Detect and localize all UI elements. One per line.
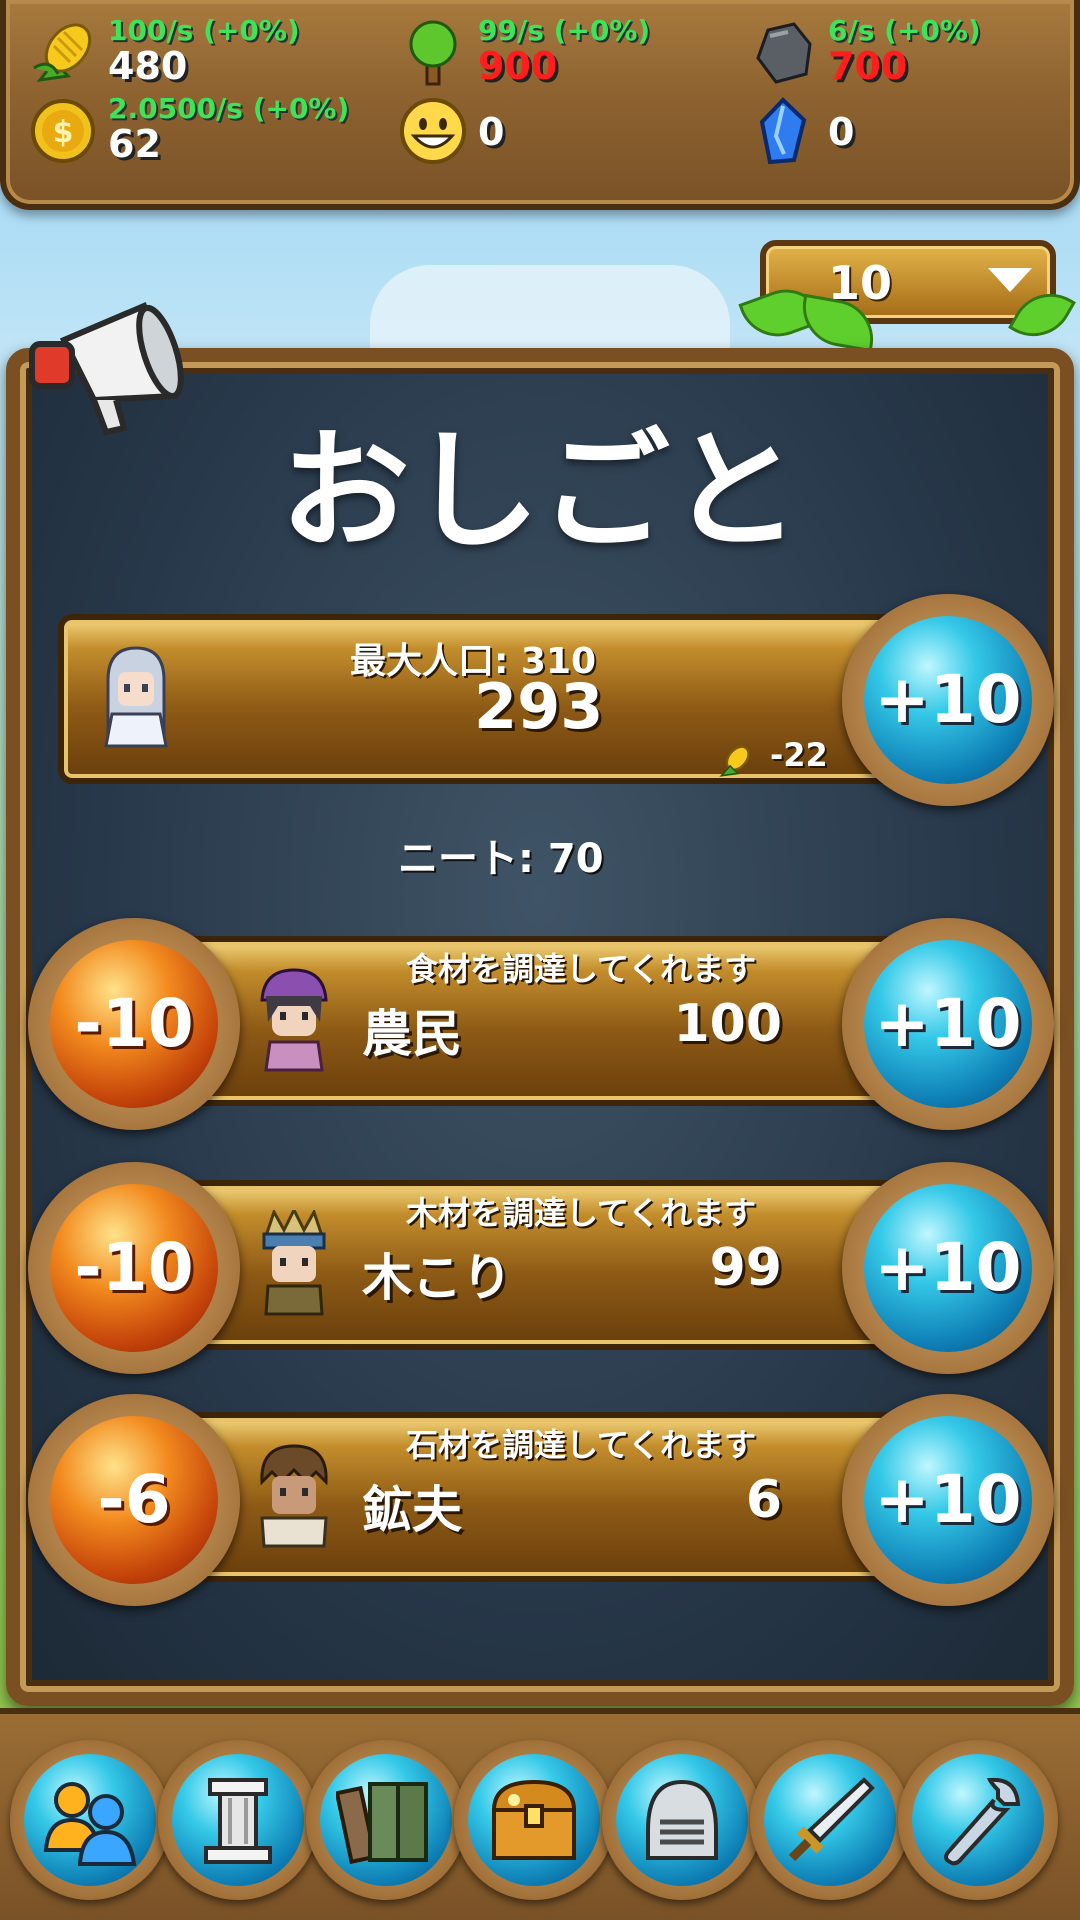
gold-amount: 62 [108, 122, 161, 166]
job-name: 農民 [362, 1005, 462, 1063]
happiness-amount: 0 [478, 110, 505, 154]
villager-avatar [104, 646, 168, 748]
wrench-icon [944, 1777, 1021, 1866]
helmet-icon [646, 1779, 718, 1860]
population-count: 293 [474, 670, 604, 743]
rock-icon [756, 22, 812, 84]
page-title: おしごと [279, 415, 800, 567]
people-icon [43, 1782, 137, 1866]
smiley-icon [400, 98, 466, 164]
corn-icon [719, 745, 750, 777]
nav-settings-button[interactable] [898, 1740, 1058, 1900]
nav-treasure-button[interactable] [454, 1740, 614, 1900]
nav-people-button[interactable] [10, 1740, 170, 1900]
job-name: 木こり [362, 1249, 512, 1307]
nav-battle-button[interactable] [750, 1740, 910, 1900]
lumberjack-remove-label: -10 [74, 1229, 194, 1306]
stone-amount: 700 [828, 44, 908, 88]
population-add-button[interactable]: +10 [842, 594, 1054, 806]
pillar-icon [204, 1778, 272, 1864]
gold-coin-icon: $ [31, 99, 95, 163]
nav-research-button[interactable] [306, 1740, 466, 1900]
population-food-cost: -22 [770, 736, 828, 774]
wood-rate: 99/s (+0%) [478, 14, 651, 47]
job-description: 石材を調達してくれます [406, 1426, 757, 1464]
lumberjack-add-button[interactable]: +10 [842, 1162, 1054, 1374]
idle-population-label: ニート: 70 [398, 836, 604, 882]
population-bar: 最大人口: 310 293 -22 [58, 614, 898, 784]
farmer-remove-label: -10 [74, 985, 194, 1062]
gold-rate: 2.0500/s (+0%) [108, 92, 350, 125]
dropdown-arrow-icon [988, 268, 1032, 292]
food-rate: 100/s (+0%) [108, 14, 300, 47]
population-add-label: +10 [874, 661, 1022, 738]
food-amount: 480 [108, 44, 188, 88]
blue-crystal-icon [759, 97, 807, 165]
miner-remove-button[interactable]: -6 [28, 1394, 240, 1606]
cloud-decoration [370, 265, 730, 355]
job-count: 6 [745, 1470, 782, 1530]
resource-bar: 100/s (+0%) 480 99/s (+0%) 900 6/s (+0%)… [0, 0, 1080, 210]
corn-icon [33, 23, 92, 83]
miner-avatar [260, 1444, 328, 1548]
tree-icon [409, 20, 457, 86]
nav-equipment-button[interactable] [602, 1740, 762, 1900]
wood-amount: 900 [478, 44, 558, 88]
miner-add-label: +10 [874, 1461, 1022, 1538]
farmer-add-label: +10 [874, 985, 1022, 1062]
job-description: 食材を調達してくれます [406, 950, 757, 988]
job-name: 鉱夫 [362, 1481, 462, 1539]
miner-remove-label: -6 [97, 1461, 171, 1538]
lumberjack-avatar [262, 1210, 326, 1316]
lumberjack-remove-button[interactable]: -10 [28, 1162, 240, 1374]
farmer-avatar [260, 968, 328, 1072]
treasure-chest-icon [491, 1779, 577, 1860]
farmer-add-button[interactable]: +10 [842, 918, 1054, 1130]
miner-add-button[interactable]: +10 [842, 1394, 1054, 1606]
crystal-amount: 0 [828, 110, 855, 154]
job-count: 99 [709, 1238, 782, 1298]
lumberjack-add-label: +10 [874, 1229, 1022, 1306]
svg-text:$: $ [53, 115, 74, 150]
farmer-remove-button[interactable]: -10 [28, 918, 240, 1130]
nav-building-button[interactable] [158, 1740, 318, 1900]
job-count: 100 [673, 994, 782, 1054]
sword-icon [788, 1777, 875, 1862]
stone-rate: 6/s (+0%) [828, 14, 981, 47]
job-description: 木材を調達してくれます [406, 1194, 757, 1232]
books-icon [336, 1782, 428, 1865]
bottom-nav [0, 1708, 1080, 1920]
